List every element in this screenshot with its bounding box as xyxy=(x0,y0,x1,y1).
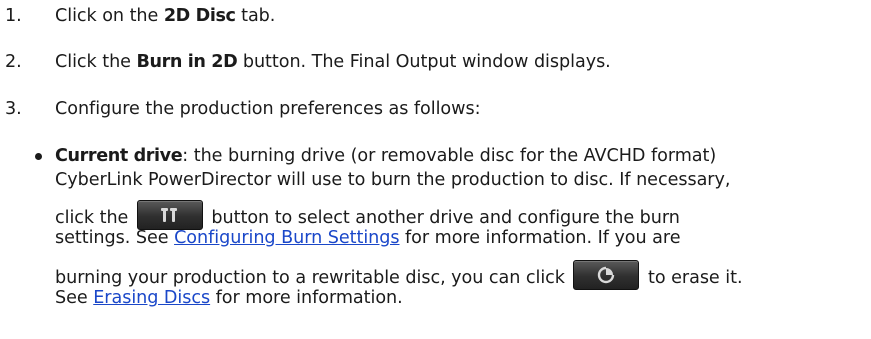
step-1-text-post: tab. xyxy=(235,6,276,26)
step-3-number: 3. xyxy=(5,99,22,119)
bullet-line-3-pre: click the xyxy=(55,208,134,228)
settings-tools-icon xyxy=(160,208,177,222)
step-2-text-pre: Click the xyxy=(55,52,137,72)
bullet-term: Current drive xyxy=(55,146,183,166)
bullet-line-6-pre: See xyxy=(55,288,94,308)
erase-disc-icon xyxy=(598,266,615,284)
step-1-number: 1. xyxy=(5,6,22,26)
bullet-line-5-post: to erase it. xyxy=(642,268,743,288)
erase-button[interactable] xyxy=(573,260,640,290)
settings-button[interactable] xyxy=(136,200,203,230)
bullet-line-4-pre: settings. See xyxy=(55,228,175,248)
step-2-text-post: button. The Final Output window displays… xyxy=(237,52,611,72)
configuring-burn-settings-link[interactable]: Configuring Burn Settings xyxy=(174,228,399,248)
step-1-bold: 2D Disc xyxy=(163,6,236,26)
step-2-bold: Burn in 2D xyxy=(136,52,238,72)
bullet-line-2-text: CyberLink PowerDirector will use to burn… xyxy=(55,170,731,190)
step-2-number: 2. xyxy=(5,52,22,72)
bullet-line-3-post: button to select another drive and confi… xyxy=(205,208,680,228)
bullet-marker xyxy=(35,153,42,160)
bullet-line-6-post: for more information. xyxy=(210,288,403,308)
bullet-line-4-post: for more information. If you are xyxy=(399,228,681,248)
bullet-line-1-text: : the burning drive (or removable disc f… xyxy=(182,146,717,166)
step-1-text-pre: Click on the xyxy=(55,6,164,26)
step-3-text: Configure the production preferences as … xyxy=(55,99,481,119)
help-document: 1. Click on the 2D Disc tab. 2. Click th… xyxy=(0,0,871,339)
erasing-discs-link[interactable]: Erasing Discs xyxy=(93,288,210,308)
bullet-line-5-pre: burning your production to a rewritable … xyxy=(55,268,571,288)
